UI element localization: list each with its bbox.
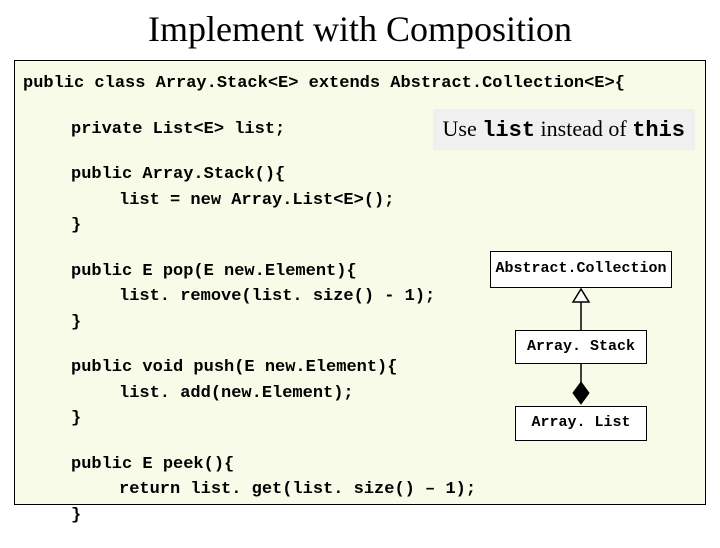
code-line: } <box>71 503 697 529</box>
tip-callout: Use list instead of this <box>433 109 696 150</box>
tip-text: instead of <box>535 116 632 141</box>
diamond-icon <box>573 382 589 404</box>
code-panel: public class Array.Stack<E> extends Abst… <box>14 60 706 505</box>
uml-class-abstract-collection: Abstract.Collection <box>490 251 671 288</box>
code-line: public class Array.Stack<E> extends Abst… <box>23 71 697 97</box>
uml-generalization-arrow <box>571 288 591 330</box>
code-line: } <box>71 213 697 239</box>
tip-text: Use <box>443 116 483 141</box>
code-line: return list. get(list. size() – 1); <box>119 477 697 503</box>
tip-code: list <box>482 118 535 143</box>
uml-class-array-stack: Array. Stack <box>515 330 647 365</box>
code-line: public E peek(){ <box>71 452 697 478</box>
tip-code: this <box>632 118 685 143</box>
triangle-arrow-icon <box>573 289 589 302</box>
uml-composition-arrow <box>571 364 591 406</box>
uml-class-array-list: Array. List <box>515 406 647 441</box>
code-line: list = new Array.List<E>(); <box>119 188 697 214</box>
page-title: Implement with Composition <box>0 8 720 50</box>
uml-diagram: Abstract.Collection Array. Stack Array. … <box>475 251 687 441</box>
code-line: public Array.Stack(){ <box>71 162 697 188</box>
